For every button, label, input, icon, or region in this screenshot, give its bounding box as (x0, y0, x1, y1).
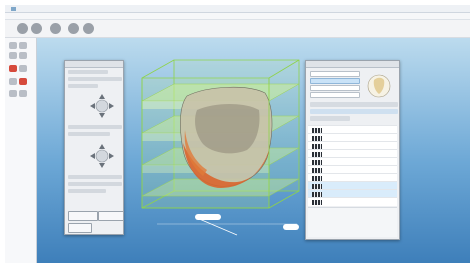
tooth-tool-icon[interactable] (50, 23, 61, 34)
toolbar-row[interactable] (310, 109, 398, 114)
setting-row[interactable] (68, 182, 122, 186)
setting-row[interactable] (68, 175, 122, 179)
setting-row[interactable] (68, 77, 122, 81)
primary-button[interactable] (68, 211, 98, 221)
field[interactable] (310, 92, 360, 98)
setting-row[interactable] (68, 189, 106, 193)
tool-icon[interactable] (19, 65, 27, 72)
menu-bar (5, 13, 470, 20)
layer-panel (305, 60, 400, 240)
tool-icon[interactable] (9, 90, 17, 97)
secondary-button[interactable] (98, 211, 124, 221)
tool-icon[interactable] (19, 90, 27, 97)
main-toolbar (5, 20, 470, 38)
tool-icon[interactable] (9, 52, 17, 59)
toolbar-row[interactable] (310, 116, 350, 121)
toolbar-row[interactable] (310, 102, 398, 107)
tool-icon[interactable] (19, 78, 27, 85)
app-icon (11, 7, 16, 11)
tool-icon[interactable] (9, 78, 17, 85)
tool-icon[interactable] (9, 42, 17, 49)
setting-row[interactable] (68, 125, 122, 129)
tooth-tool-icon[interactable] (31, 23, 42, 34)
tool-palette (5, 38, 37, 263)
tooth-tool-icon[interactable] (68, 23, 79, 34)
field[interactable] (310, 71, 360, 77)
move-control-icon[interactable] (83, 141, 121, 171)
tooth-tool-icon[interactable] (83, 23, 94, 34)
settings-panel (64, 60, 124, 235)
bottom-button[interactable] (68, 223, 92, 233)
layer-panel-title (306, 61, 399, 68)
direction-control-icon[interactable] (83, 91, 121, 121)
tool-icon[interactable] (19, 52, 27, 59)
title-bar (5, 5, 470, 13)
tool-icon[interactable] (9, 65, 17, 72)
list-footer (308, 207, 397, 237)
setting-row[interactable] (68, 132, 110, 136)
tooth-tool-icon[interactable] (17, 23, 28, 34)
tooth-preview-icon (367, 74, 391, 98)
field[interactable] (310, 85, 360, 91)
setting-row[interactable] (68, 84, 98, 88)
field-selected[interactable] (310, 78, 360, 84)
settings-panel-title (65, 61, 123, 68)
ground-marker (157, 214, 299, 236)
setting-row[interactable] (68, 70, 108, 74)
layer-icon (312, 200, 322, 205)
list-item[interactable] (308, 197, 397, 206)
tool-icon[interactable] (19, 42, 27, 49)
